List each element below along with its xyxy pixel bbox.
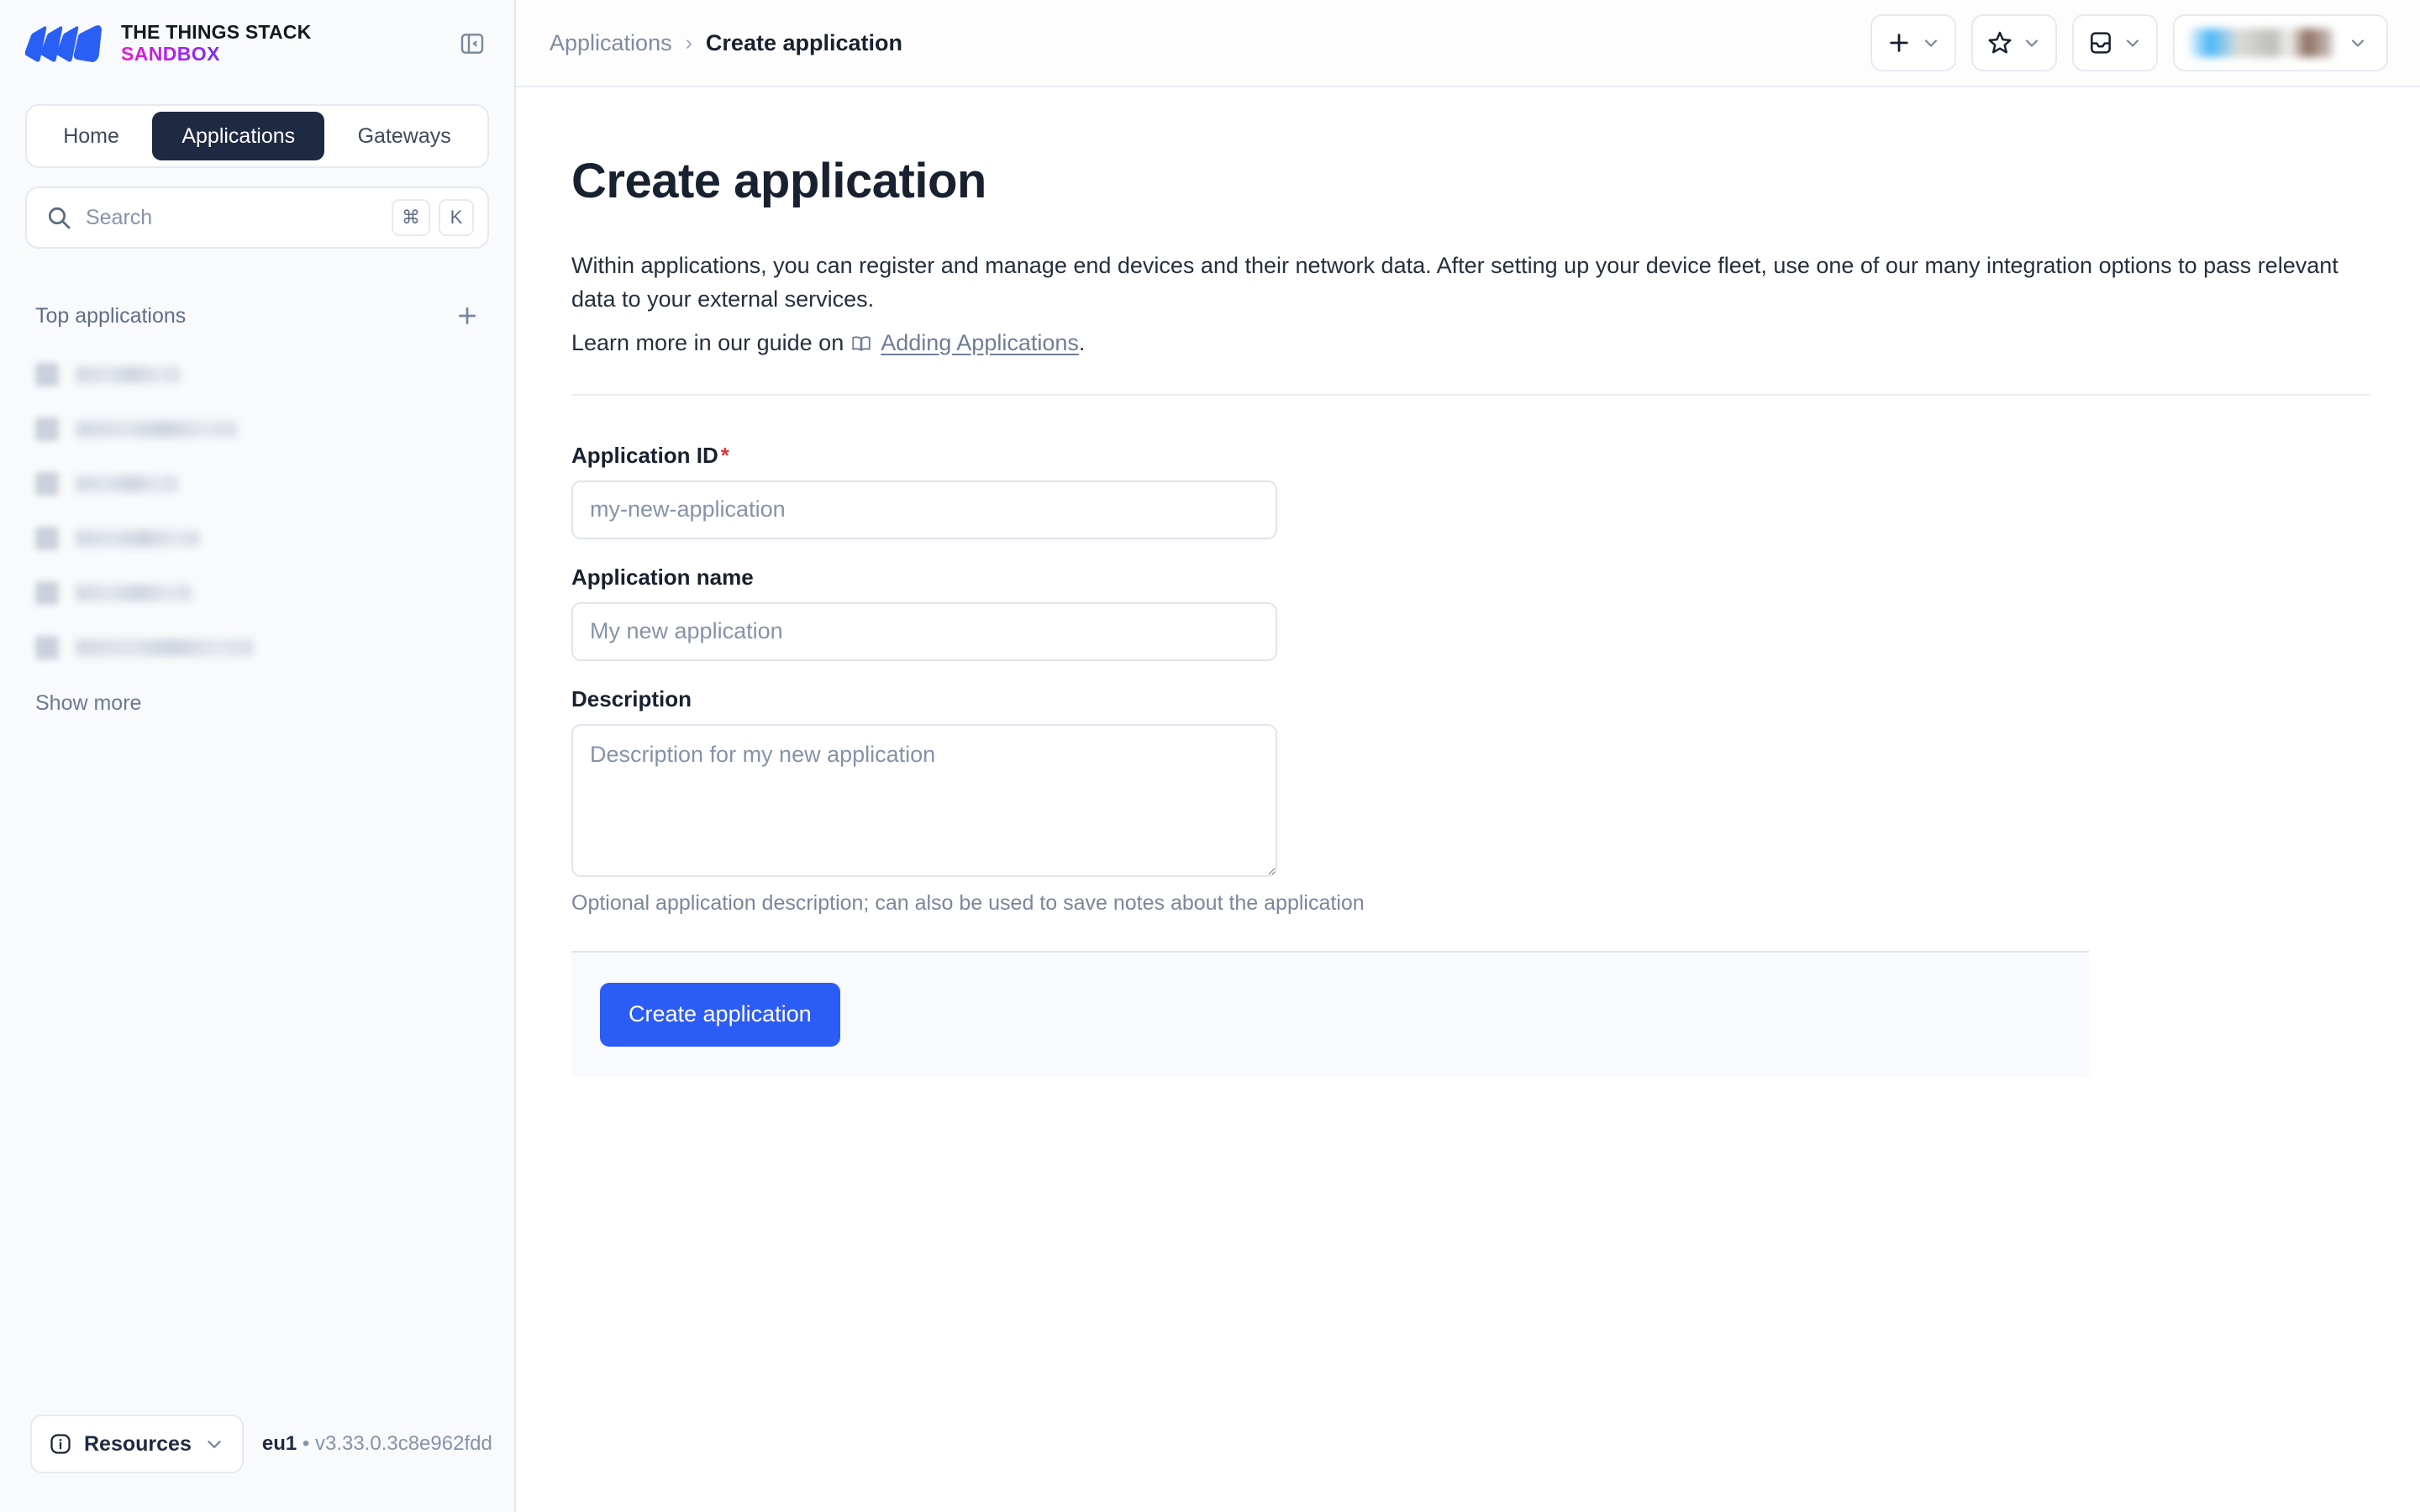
- application-id-input[interactable]: [571, 480, 1277, 539]
- application-avatar-icon: [35, 417, 59, 441]
- star-icon: [1988, 31, 2012, 54]
- top-applications-header: Top applications: [0, 249, 514, 333]
- application-name-label: Application name: [571, 564, 754, 590]
- sidebar: THE THINGS STACK SANDBOX Home Applicatio…: [0, 0, 516, 1512]
- list-item[interactable]: [35, 351, 489, 398]
- top-applications-list: [0, 333, 514, 671]
- version-number: v3.33.0.3c8e962fdd: [314, 1432, 492, 1455]
- book-icon: [850, 333, 872, 354]
- plus-icon: [458, 307, 476, 325]
- sidebar-collapse-button[interactable]: [454, 25, 491, 62]
- description-label: Description: [571, 685, 692, 711]
- field-application-name: Application name: [571, 564, 2370, 661]
- brand-title: THE THINGS STACK: [121, 21, 312, 44]
- list-item[interactable]: [35, 460, 489, 507]
- description-help-text: Optional application description; can al…: [571, 890, 1365, 915]
- application-avatar-icon: [35, 472, 59, 496]
- chevron-down-icon: [2126, 39, 2139, 47]
- learn-more-suffix: .: [1078, 329, 1086, 355]
- version-separator: •: [297, 1432, 315, 1455]
- show-more-link[interactable]: Show more: [0, 671, 514, 716]
- breadcrumb-current: Create application: [705, 29, 902, 55]
- breadcrumb-separator: ›: [685, 30, 692, 55]
- chevron-down-icon: [1924, 39, 1938, 47]
- required-marker: *: [720, 442, 729, 468]
- inbox-icon: [2091, 32, 2111, 54]
- top-applications-title: Top applications: [35, 303, 187, 328]
- panel-collapse-icon: [460, 34, 484, 54]
- search-box[interactable]: ⌘ K: [25, 186, 489, 249]
- field-description: Description Optional application descrip…: [571, 686, 2370, 916]
- chevron-down-icon: [208, 1441, 221, 1448]
- tab-applications[interactable]: Applications: [152, 112, 325, 160]
- shortcut-key-k: K: [439, 199, 474, 236]
- info-circle-icon: [50, 1434, 71, 1454]
- page-intro: Within applications, you can register an…: [571, 253, 2338, 312]
- breadcrumb: Applications › Create application: [539, 30, 902, 56]
- learn-more-prefix: Learn more in our guide on: [571, 329, 844, 355]
- main-content: Applications › Create application Create…: [516, 0, 2420, 1512]
- application-avatar-icon: [35, 636, 59, 659]
- add-application-button[interactable]: [450, 299, 484, 333]
- sidebar-tabs: Home Applications Gateways: [25, 104, 489, 168]
- content-divider: [571, 393, 2370, 396]
- version-info: eu1 • v3.33.0.3c8e962fdd: [262, 1432, 492, 1456]
- tab-home[interactable]: Home: [34, 112, 149, 160]
- create-application-submit-button[interactable]: Create application: [600, 982, 840, 1047]
- breadcrumb-applications[interactable]: Applications: [550, 30, 672, 56]
- list-item[interactable]: [35, 570, 489, 617]
- description-textarea[interactable]: [571, 723, 1277, 877]
- bookmarks-menu-button[interactable]: [1971, 14, 2057, 71]
- topbar-actions: [1870, 14, 2388, 71]
- list-item[interactable]: [35, 515, 489, 562]
- application-avatar-icon: [35, 581, 59, 605]
- search-container: ⌘ K: [0, 168, 514, 249]
- brand[interactable]: THE THINGS STACK SANDBOX: [25, 21, 312, 66]
- topbar: Applications › Create application: [516, 0, 2420, 87]
- application-name-redacted: [76, 639, 254, 656]
- search-shortcut-group: ⌘ K: [392, 199, 474, 236]
- application-name-redacted: [76, 585, 192, 601]
- chevron-down-icon: [2025, 39, 2039, 47]
- list-item[interactable]: [35, 406, 489, 453]
- application-avatar-icon: [35, 363, 59, 386]
- page-content: Create application Within applications, …: [516, 87, 2420, 1512]
- tab-gateways[interactable]: Gateways: [328, 112, 481, 160]
- application-id-label-text: Application ID: [571, 442, 718, 468]
- resources-button[interactable]: Resources: [30, 1415, 244, 1473]
- page-learn-more: Learn more in our guide on Adding Applic…: [571, 327, 2370, 360]
- application-name-input[interactable]: [571, 601, 1277, 661]
- search-icon: [45, 204, 72, 231]
- page-title: Create application: [571, 154, 986, 208]
- application-name-redacted: [76, 475, 178, 492]
- application-id-label: Application ID *: [571, 443, 2370, 469]
- add-menu-button[interactable]: [1870, 14, 1956, 71]
- brand-subtitle: SANDBOX: [121, 43, 311, 66]
- region-label: eu1: [261, 1432, 297, 1455]
- app-root: THE THINGS STACK SANDBOX Home Applicatio…: [0, 0, 2420, 1512]
- application-name-redacted: [76, 530, 200, 547]
- search-input[interactable]: [86, 205, 378, 230]
- resources-label: Resources: [84, 1431, 192, 1456]
- adding-applications-link[interactable]: Adding Applications: [881, 327, 1079, 360]
- field-application-id: Application ID *: [571, 443, 2370, 539]
- things-stack-logo: [25, 25, 102, 63]
- application-name-redacted: [76, 366, 180, 383]
- avatar: [2190, 29, 2333, 57]
- sidebar-footer: Resources eu1 • v3.33.0.3c8e962fdd: [0, 1415, 514, 1512]
- create-application-form: Application ID* Application name Descrip…: [571, 443, 2370, 1077]
- application-name-redacted: [76, 421, 237, 438]
- plus-icon: [1890, 34, 1908, 52]
- shortcut-key-cmd: ⌘: [392, 199, 430, 236]
- sidebar-tabs-container: Home Applications Gateways: [0, 87, 514, 168]
- application-avatar-icon: [35, 527, 59, 550]
- form-footer: Create application: [571, 950, 2089, 1077]
- user-menu-button[interactable]: [2173, 14, 2388, 71]
- sidebar-header: THE THINGS STACK SANDBOX: [0, 0, 514, 87]
- chevron-down-icon: [2351, 39, 2365, 47]
- list-item[interactable]: [35, 624, 489, 671]
- notifications-menu-button[interactable]: [2072, 14, 2158, 71]
